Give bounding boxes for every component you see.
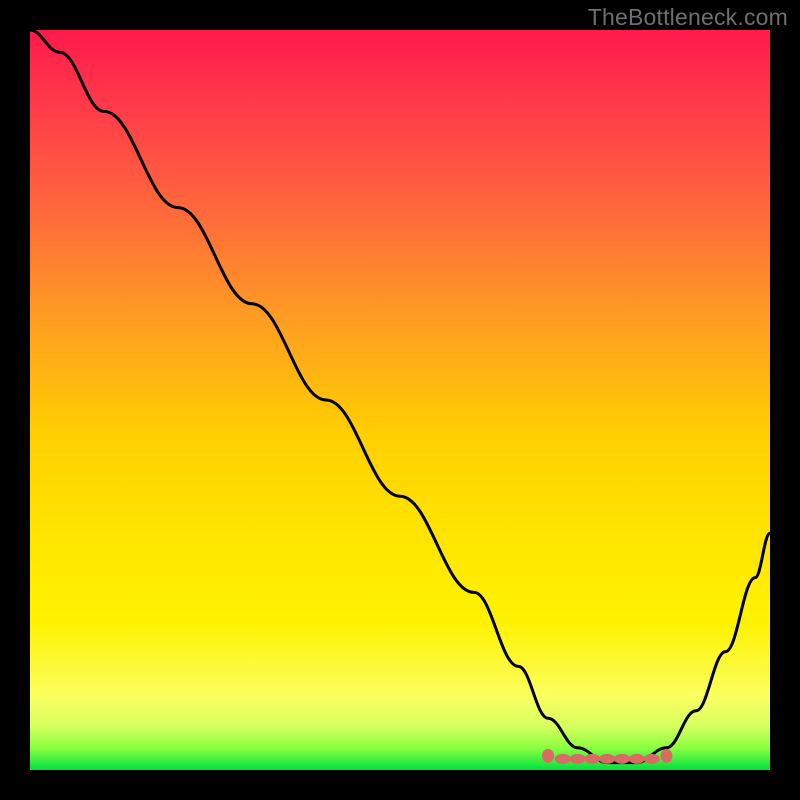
chart-frame: TheBottleneck.com [0, 0, 800, 800]
sweet-spot-marker [555, 754, 571, 764]
curve-layer [30, 30, 770, 770]
sweet-spot-marker [584, 754, 600, 764]
sweet-spot-marker [570, 754, 586, 764]
sweet-spot-marker [542, 749, 554, 763]
bottleneck-curve [30, 30, 770, 763]
sweet-spot-marker [614, 754, 630, 764]
sweet-spot-markers [542, 749, 672, 764]
sweet-spot-marker [599, 754, 615, 764]
sweet-spot-marker [629, 754, 645, 764]
watermark-text: TheBottleneck.com [588, 4, 788, 31]
sweet-spot-marker [644, 754, 660, 764]
sweet-spot-marker [660, 749, 672, 763]
